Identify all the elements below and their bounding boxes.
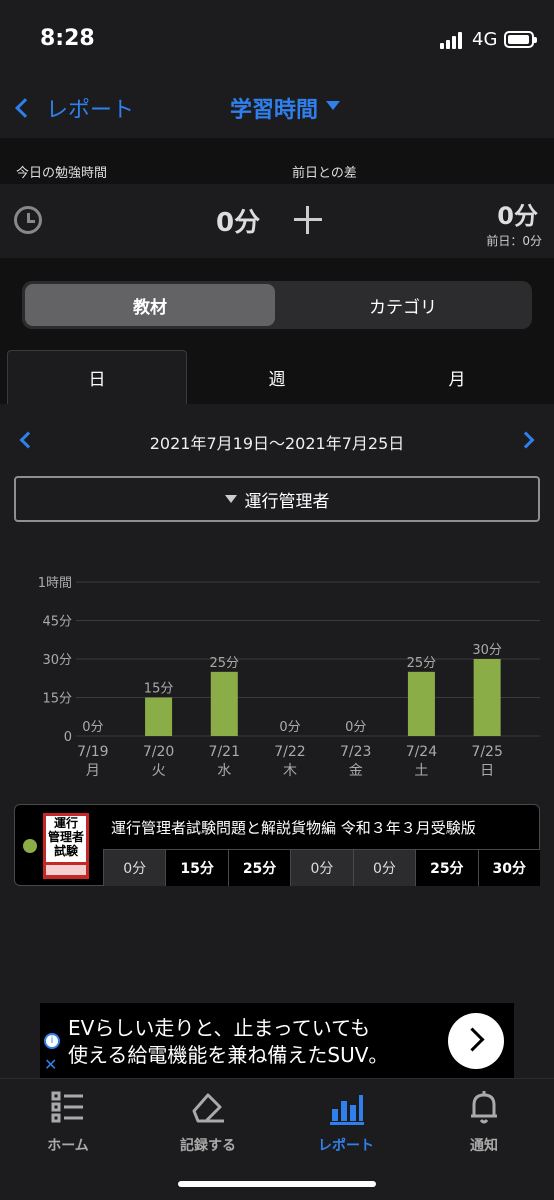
today-label: 今日の勉強時間 — [16, 166, 108, 181]
daily-time-cell: 25分 — [227, 850, 291, 886]
tab-record-label: 記録する — [180, 1138, 236, 1154]
book-title: 運行管理者試験問題と解説貨物編 令和３年３月受験版 — [111, 819, 476, 837]
today-row: 0分 0分 前日：0分 — [0, 184, 554, 258]
daily-time-cell: 0分 — [352, 850, 416, 886]
pencil-icon — [192, 1093, 224, 1123]
segment-control: 教材 カテゴリ — [22, 281, 532, 329]
y-tick-label: 30分 — [42, 653, 72, 668]
tab-home[interactable]: ホーム — [18, 1089, 118, 1159]
diff-label: 前日との差 — [292, 166, 357, 181]
tab-record[interactable]: 記録する — [158, 1089, 258, 1159]
x-tick-date: 7/19 — [77, 744, 108, 760]
ad-line-2: 使える給電機能を兼ね備えたSUV。 — [68, 1043, 389, 1067]
x-tick-weekday: 水 — [217, 763, 231, 779]
home-indicator — [178, 1181, 376, 1187]
y-tick-label: 0 — [64, 730, 72, 745]
triangle-down-icon — [224, 495, 237, 503]
bar — [210, 671, 238, 736]
battery-icon — [504, 31, 537, 48]
today-study-time: 0分 — [216, 208, 261, 238]
bar — [473, 659, 501, 736]
ad-line-1: EVらしい走りと、止まっていても — [68, 1016, 371, 1040]
tab-home-label: ホーム — [47, 1138, 89, 1154]
material-time-table: 運行 管理者 試験 運行管理者試験問題と解説貨物編 令和３年３月受験版 0分 15… — [14, 804, 540, 886]
bar — [407, 671, 435, 736]
add-time-button[interactable] — [294, 206, 322, 234]
ad-text: EVらしい走りと、止まっていても 使える給電機能を兼ね備えたSUV。 — [68, 1015, 388, 1069]
material-filter-dropdown[interactable]: 運行管理者 — [14, 476, 540, 522]
bar-value-label: 15分 — [144, 682, 174, 697]
chevron-right-icon[interactable] — [448, 1013, 504, 1069]
network-label: 4G — [472, 29, 498, 50]
segment-material[interactable]: 教材 — [25, 284, 275, 326]
status-bar: 8:28 4G — [0, 0, 554, 80]
daily-time-cells: 0分 15分 25分 0分 0分 25分 30分 — [103, 849, 540, 886]
daily-time-cell: 0分 — [290, 850, 353, 886]
x-tick-date: 7/20 — [143, 744, 174, 760]
x-tick-weekday: 土 — [414, 763, 428, 779]
info-icon[interactable]: i — [44, 1033, 60, 1049]
bar-value-label: 0分 — [279, 720, 300, 735]
report-main: 教材 カテゴリ 日 週 月 2021年7月19日〜2021年7月25日 運行管理… — [0, 258, 554, 1003]
book-cover-image: 運行 管理者 試験 — [43, 813, 89, 879]
x-tick-date: 7/23 — [340, 744, 371, 760]
back-label: レポート — [46, 98, 135, 123]
date-range-row: 2021年7月19日〜2021年7月25日 — [0, 426, 554, 456]
x-tick-weekday: 金 — [349, 763, 363, 779]
diff-value: 0分 — [497, 202, 538, 230]
bar-value-label: 25分 — [210, 656, 240, 671]
nav-bar: レポート 学習時間 — [0, 80, 554, 138]
bar-value-label: 0分 — [345, 720, 366, 735]
report-type-selector[interactable]: 学習時間 — [230, 92, 341, 124]
x-tick-weekday: 日 — [480, 763, 494, 779]
x-tick-weekday: 火 — [152, 763, 166, 779]
signal-icon — [440, 31, 466, 49]
y-tick-label: 45分 — [42, 615, 72, 630]
segment-category[interactable]: カテゴリ — [278, 284, 528, 326]
caret-down-icon — [326, 100, 341, 110]
y-tick-label: 1時間 — [38, 576, 72, 591]
daily-time-cell: 30分 — [477, 850, 540, 886]
close-icon[interactable]: ✕ — [44, 1055, 57, 1074]
tab-notifications[interactable]: 通知 — [434, 1089, 534, 1159]
date-range-label: 2021年7月19日〜2021年7月25日 — [149, 434, 405, 453]
daily-time-cell: 15分 — [165, 850, 228, 886]
x-tick-date: 7/21 — [209, 744, 240, 760]
series-color-dot — [23, 839, 37, 853]
bar-value-label: 25分 — [407, 656, 437, 671]
tab-week[interactable]: 週 — [187, 350, 367, 404]
bar-chart-icon — [330, 1095, 364, 1125]
x-tick-date: 7/25 — [471, 744, 502, 760]
bar-value-label: 0分 — [82, 720, 103, 735]
bell-icon — [471, 1091, 497, 1124]
ad-banner[interactable]: EVらしい走りと、止まっていても 使える給電機能を兼ね備えたSUV。 i ✕ — [40, 1003, 514, 1078]
daily-time-cell: 0分 — [103, 850, 166, 886]
bar — [145, 697, 173, 736]
book-cover-text: 運行 管理者 試験 — [46, 816, 86, 862]
chevron-left-icon — [15, 98, 35, 118]
history-clock-icon[interactable] — [14, 206, 42, 234]
list-icon — [51, 1091, 83, 1123]
study-time-bar-chart: 0 15分 30分 45分 1時間 0分 7/19 月 15分 7/20 火 25分 7/21 水 0分 7… — [38, 576, 540, 779]
tab-report[interactable]: レポート — [296, 1089, 396, 1159]
filter-selected: 運行管理者 — [244, 491, 330, 512]
x-tick-date: 7/24 — [406, 744, 438, 760]
prev-day-value: 前日：0分 — [486, 234, 542, 248]
daily-time-cell: 25分 — [415, 850, 478, 886]
x-tick-weekday: 木 — [283, 763, 297, 779]
tab-month[interactable]: 月 — [367, 350, 547, 404]
today-section-header: 今日の勉強時間 前日との差 — [0, 138, 554, 184]
period-tabs: 日 週 月 — [0, 350, 554, 404]
tab-report-label: レポート — [318, 1138, 374, 1154]
tab-day[interactable]: 日 — [7, 350, 187, 404]
nav-title: 学習時間 — [230, 98, 319, 123]
status-time: 8:28 — [40, 26, 95, 51]
bar-value-label: 30分 — [472, 643, 502, 658]
tab-notifications-label: 通知 — [470, 1138, 498, 1154]
x-tick-weekday: 月 — [86, 763, 100, 779]
x-tick-date: 7/22 — [274, 744, 305, 760]
y-tick-label: 15分 — [42, 692, 72, 707]
report-card: 2021年7月19日〜2021年7月25日 運行管理者 0 15分 30分 45分 1時… — [0, 404, 554, 1003]
back-button[interactable]: レポート — [10, 90, 134, 126]
